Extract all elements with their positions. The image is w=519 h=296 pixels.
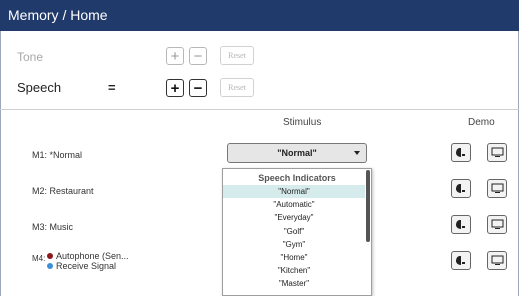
- speech-plus-button[interactable]: +: [166, 79, 184, 97]
- dropdown-scrollbar[interactable]: [366, 170, 370, 242]
- autophone-dot-icon: [47, 253, 53, 259]
- ear-speaker-icon: [456, 148, 465, 157]
- monitor-icon: [491, 147, 503, 157]
- memory-1-label[interactable]: M1: *Normal: [32, 150, 82, 160]
- ear-speaker-icon: [456, 256, 465, 265]
- memory-3-label[interactable]: M3: Music: [32, 222, 73, 232]
- memory-4-label[interactable]: M4:: [32, 254, 45, 263]
- speech-label: Speech: [17, 80, 62, 95]
- chevron-down-icon: [354, 151, 360, 155]
- monitor-icon: [491, 183, 503, 193]
- tone-plus-button[interactable]: +: [166, 47, 184, 65]
- speech-value: =: [108, 80, 116, 95]
- stimulus-select-value: "Normal": [277, 148, 317, 158]
- dropdown-group-header: Speech Indicators: [258, 173, 336, 183]
- stimulus-column-header: Stimulus: [283, 117, 322, 128]
- memory-4-programs: Autophone (Sen... Receive Signal: [47, 251, 129, 271]
- demo-ear-button-1[interactable]: [451, 143, 471, 162]
- monitor-icon: [491, 255, 503, 265]
- dropdown-item-kitchen[interactable]: "Kitchen": [223, 264, 365, 277]
- section-divider: [0, 109, 519, 110]
- demo-ear-button-2[interactable]: [451, 179, 471, 198]
- dropdown-item-master[interactable]: "Master": [223, 277, 365, 290]
- speech-reset-button[interactable]: Reset: [220, 78, 254, 97]
- tone-label: Tone: [17, 50, 44, 64]
- memory-4-line-1: Autophone (Sen...: [56, 251, 129, 261]
- demo-monitor-button-4[interactable]: [487, 251, 507, 270]
- stimulus-select[interactable]: "Normal": [227, 143, 367, 163]
- memory-4-line-2: Receive Signal: [56, 261, 117, 271]
- monitor-icon: [491, 219, 503, 229]
- dropdown-item-golf[interactable]: "Golf": [223, 225, 365, 238]
- dropdown-item-automatic[interactable]: "Automatic": [223, 198, 365, 211]
- demo-ear-button-4[interactable]: [451, 251, 471, 270]
- dropdown-item-home[interactable]: "Home": [223, 251, 365, 264]
- speech-minus-button[interactable]: −: [189, 79, 207, 97]
- demo-ear-button-3[interactable]: [451, 215, 471, 234]
- demo-monitor-button-3[interactable]: [487, 215, 507, 234]
- tone-minus-button[interactable]: −: [189, 47, 207, 65]
- ear-speaker-icon: [456, 220, 465, 229]
- demo-column-header: Demo: [468, 117, 495, 128]
- dropdown-item-gym[interactable]: "Gym": [223, 238, 365, 251]
- dropdown-item-normal[interactable]: "Normal": [223, 185, 365, 199]
- demo-monitor-button-1[interactable]: [487, 143, 507, 162]
- demo-monitor-button-2[interactable]: [487, 179, 507, 198]
- dropdown-item-everyday[interactable]: "Everyday": [223, 211, 365, 224]
- tone-reset-button[interactable]: Reset: [220, 46, 254, 65]
- stimulus-dropdown-list[interactable]: Speech Indicators "Normal" "Automatic" "…: [222, 168, 372, 296]
- page-title: Memory / Home: [0, 0, 519, 31]
- ear-speaker-icon: [456, 184, 465, 193]
- memory-2-label[interactable]: M2: Restaurant: [32, 186, 94, 196]
- receive-signal-dot-icon: [47, 263, 53, 269]
